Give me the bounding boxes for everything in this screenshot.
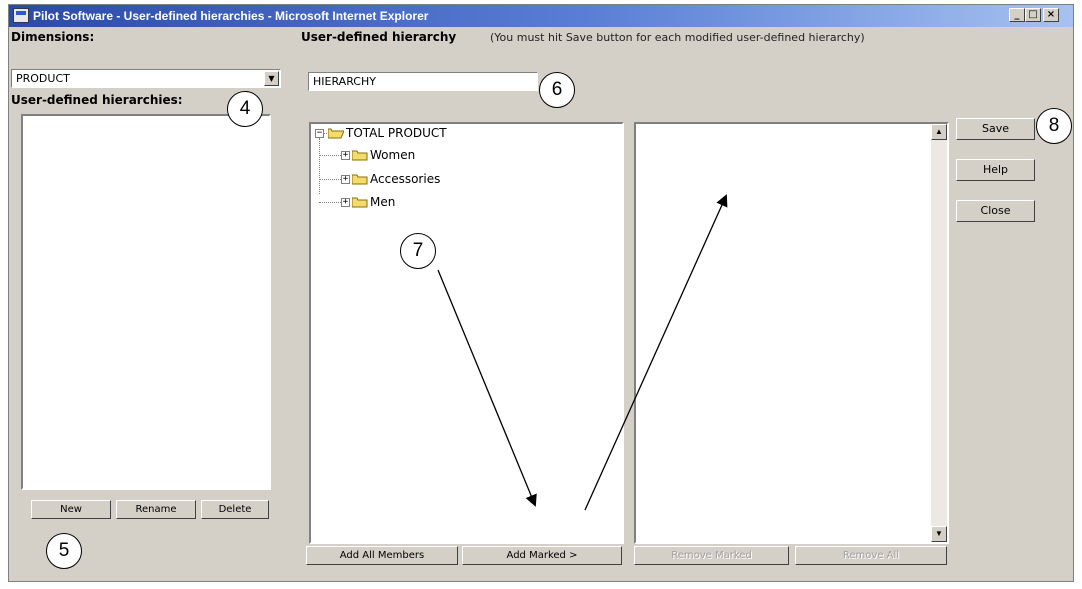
callout-5: 5 xyxy=(46,533,82,569)
arrow-to-add-marked xyxy=(437,269,537,507)
callout-7: 7 xyxy=(400,233,436,269)
callout-4: 4 xyxy=(227,91,263,127)
arrow-to-selected-panel xyxy=(584,194,728,511)
callout-8: 8 xyxy=(1036,108,1072,144)
callout-6: 6 xyxy=(539,72,575,108)
